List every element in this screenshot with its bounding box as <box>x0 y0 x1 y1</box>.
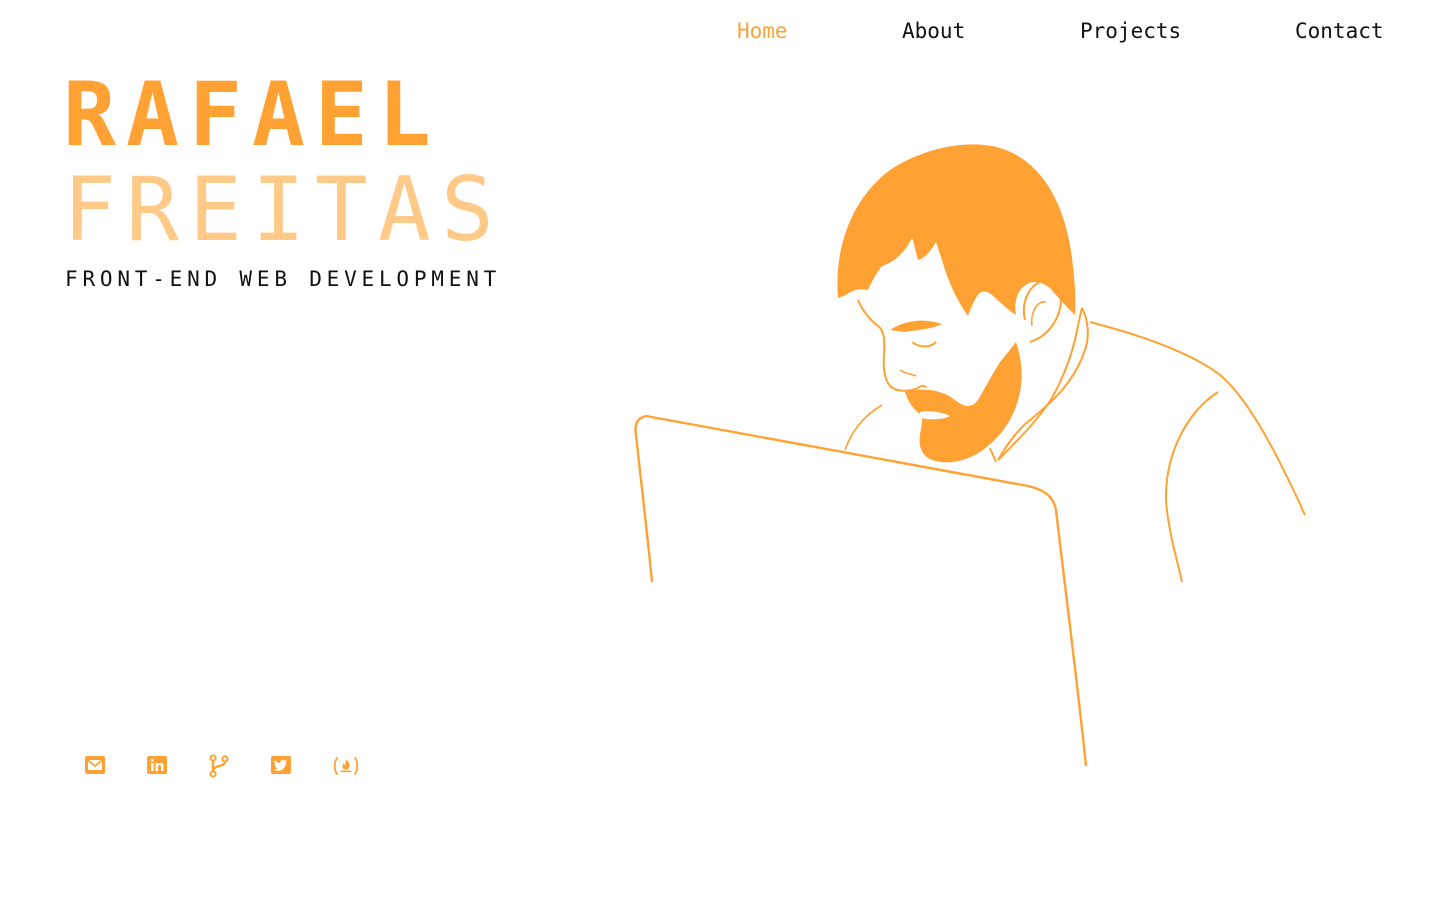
envelope-icon <box>85 756 105 774</box>
main-nav: Home About Projects Contact <box>0 16 1440 46</box>
git-link[interactable] <box>208 754 236 780</box>
nav-link-contact[interactable]: Contact <box>1295 16 1384 46</box>
linkedin-link[interactable] <box>146 754 174 780</box>
email-link[interactable] <box>84 754 112 780</box>
nav-link-projects[interactable]: Projects <box>1080 16 1181 46</box>
tagline: FRONT-END WEB DEVELOPMENT <box>65 267 502 291</box>
nav-link-about[interactable]: About <box>902 16 965 46</box>
twitter-link[interactable] <box>270 754 298 780</box>
twitter-icon <box>271 756 291 774</box>
linkedin-icon <box>147 756 167 774</box>
first-name-heading: RAFAEL <box>63 63 441 166</box>
freecodecamp-link[interactable] <box>332 754 360 780</box>
developer-at-laptop-icon <box>634 144 1306 767</box>
freecodecamp-icon <box>333 757 359 775</box>
last-name-heading: FREITAS <box>63 158 504 261</box>
code-branch-icon <box>209 754 229 778</box>
nav-link-home[interactable]: Home <box>737 16 788 46</box>
developer-illustration <box>620 130 1320 780</box>
